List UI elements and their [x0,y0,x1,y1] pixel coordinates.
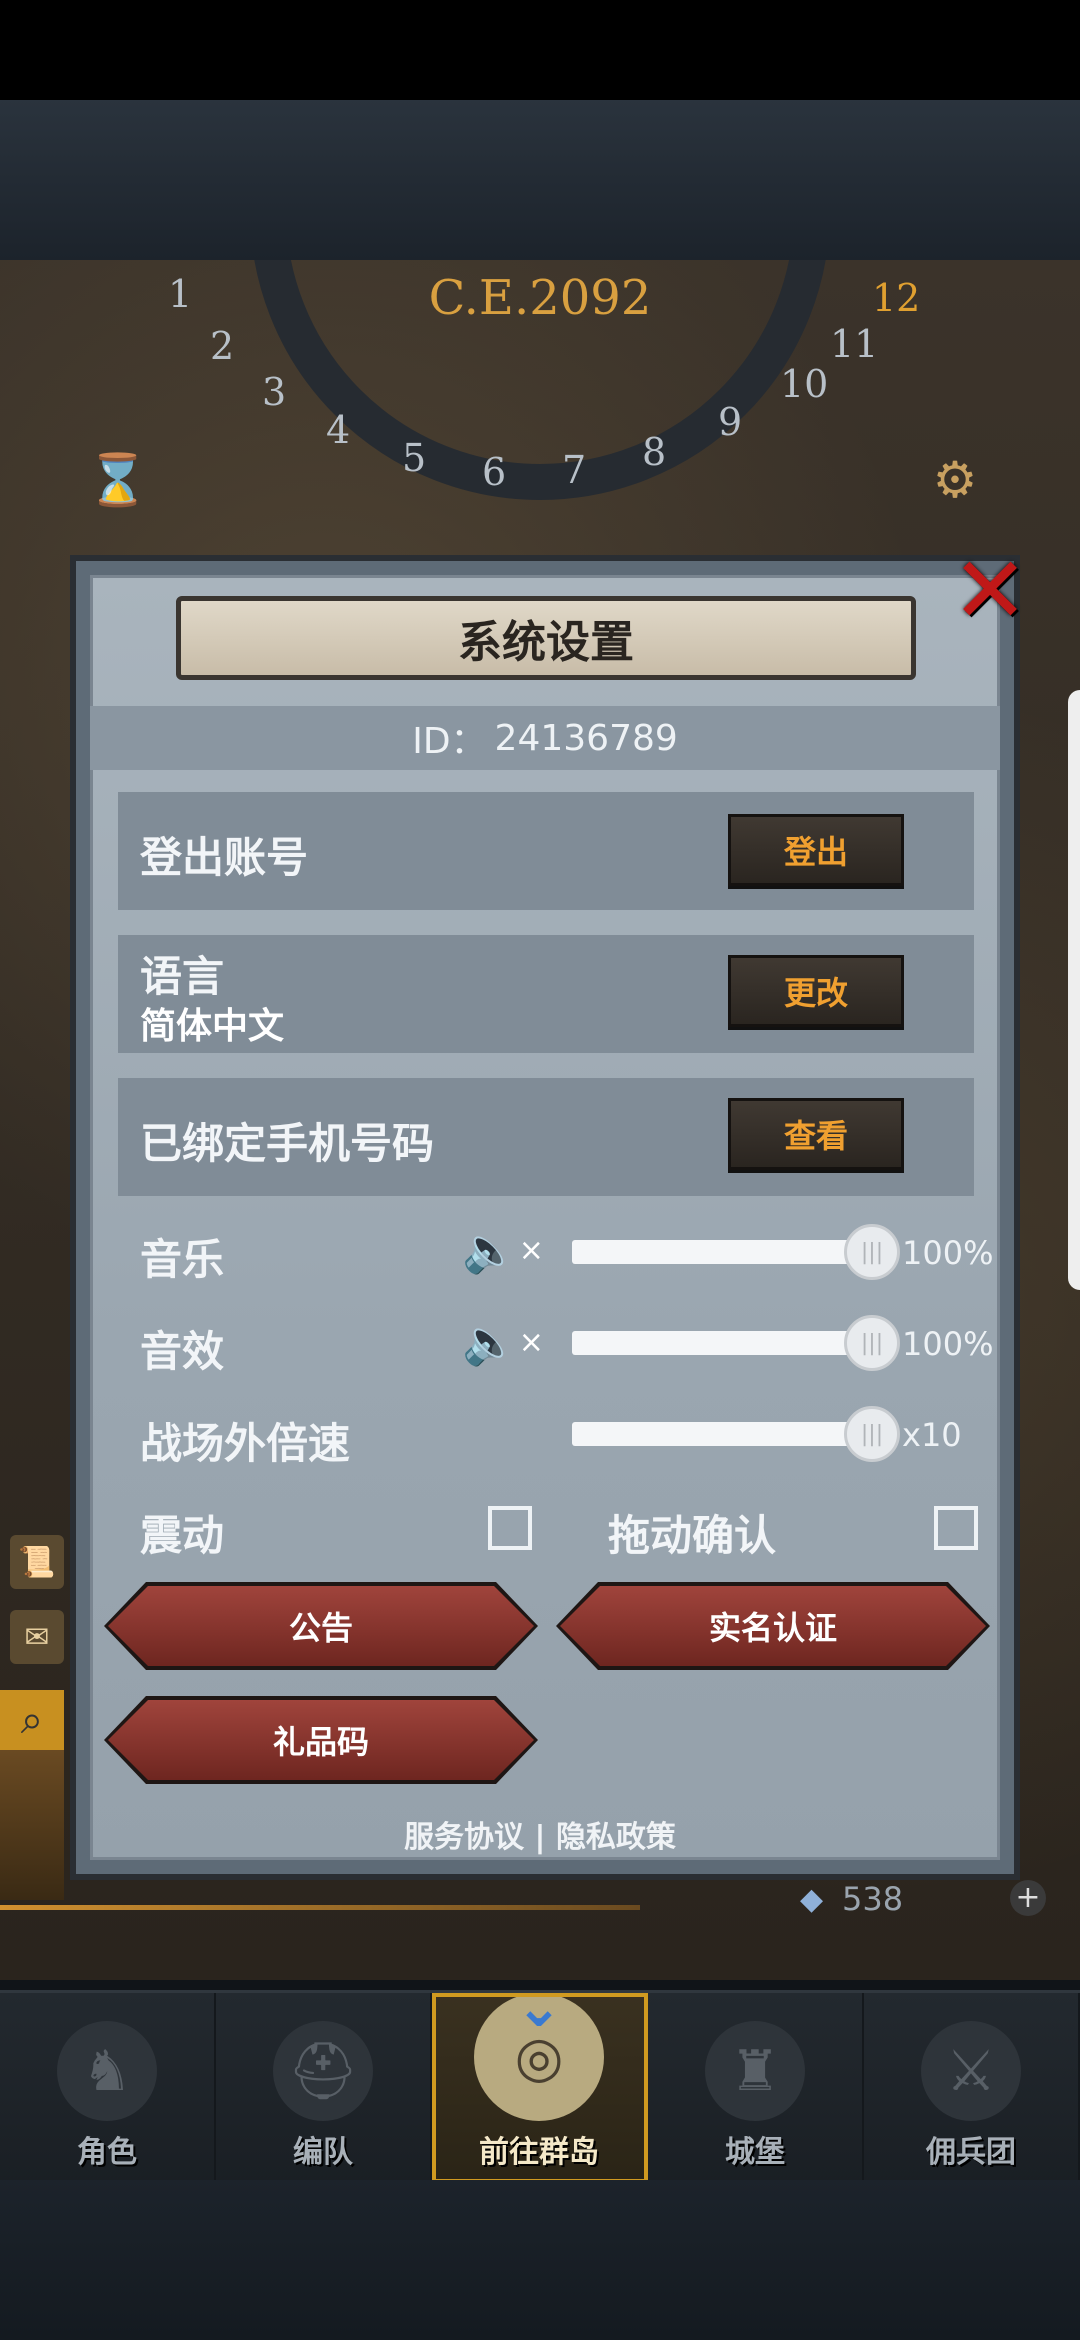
mercenary-icon: ⚔ [921,2021,1021,2121]
dial-number-current: 12 [872,276,921,320]
sfx-slider[interactable] [572,1331,872,1355]
nav-label: 角色 [77,2135,137,2170]
castle-icon: ♜ [705,2021,805,2121]
music-mute-icon[interactable]: 🔈 × [462,1222,544,1278]
bottom-nav: ♞ 角色 ⛑ 编队 ⌄ ◎ 前往群岛 ♜ 城堡 ⚔ 佣兵团 [0,1975,1080,2183]
year-label: C.E.2092 [428,270,652,326]
nav-label: 城堡 [725,2135,785,2170]
nav-item-castle[interactable]: ♜ 城堡 [648,1993,864,2183]
footer-links: 服务协议 | 隐私政策 [0,1812,1080,1856]
crystal-icon: ◆ [800,1882,824,1917]
logout-label: 登出账号 [140,833,309,882]
change-language-button[interactable]: 更改 [728,955,904,1027]
realname-button[interactable]: 实名认证 [560,1586,986,1666]
edge-panel-handle[interactable] [1068,690,1080,1290]
phone-label: 已绑定手机号码 [140,1119,435,1168]
dial-number: 3 [262,370,287,414]
speed-label: 战场外倍速 [140,1419,351,1468]
dial-number: 2 [210,324,235,368]
nav-item-character[interactable]: ♞ 角色 [0,1993,216,2183]
music-label: 音乐 [140,1235,225,1284]
dial-number: 1 [168,272,193,316]
vibration-checkbox[interactable] [488,1506,532,1550]
logout-button[interactable]: 登出 [728,814,904,886]
privacy-policy-link[interactable]: 隐私政策 [556,1820,676,1855]
hourglass-icon[interactable]: ⌛ [68,430,168,530]
nav-label: 编队 [293,2135,353,2170]
gift-code-button[interactable]: 礼品码 [108,1700,534,1780]
nav-label: 前往群岛 [479,2135,599,2170]
sfx-value: 100% [902,1325,994,1363]
bottom-band [0,2180,1080,2340]
crystal-count: 538 [842,1880,904,1918]
dial-number: 6 [482,450,507,494]
nav-item-mercenary[interactable]: ⚔ 佣兵团 [864,1993,1080,2183]
sfx-label: 音效 [140,1327,225,1376]
sfx-mute-icon[interactable]: 🔈 × [462,1314,544,1370]
drag-confirm-label: 拖动确认 [608,1511,777,1560]
phone-row: 已绑定手机号码 查看 [118,1078,974,1196]
knight-icon: ♞ [57,2021,157,2121]
sfx-slider-handle[interactable]: ||| [844,1315,900,1371]
footer-separator: | [534,1820,546,1855]
vibration-label: 震动 [140,1511,225,1560]
nav-item-islands[interactable]: ⌄ ◎ 前往群岛 [432,1975,648,2183]
dial-number: 4 [326,408,351,452]
drag-confirm-checkbox[interactable] [934,1506,978,1550]
chevron-down-icon: ⌄ [515,1975,563,2040]
view-phone-button[interactable]: 查看 [728,1098,904,1170]
announcement-button[interactable]: 公告 [108,1586,534,1666]
nav-label: 佣兵团 [926,2135,1016,2170]
top-header-band [0,100,1080,260]
speed-value: x10 [902,1416,962,1454]
dial-number: 11 [830,322,879,366]
user-id-band: ID： 24136789 [90,706,1000,770]
gear-icon[interactable]: ⚙ [905,430,1005,530]
id-label: ID： [412,721,487,762]
music-slider[interactable] [572,1240,872,1264]
dial-number: 10 [780,362,829,406]
speed-slider[interactable] [572,1422,872,1446]
progress-line [0,1905,640,1910]
dial-number: 8 [642,430,667,474]
music-slider-handle[interactable]: ||| [844,1224,900,1280]
status-bar [0,0,1080,100]
service-agreement-link[interactable]: 服务协议 [404,1820,524,1855]
dial-number: 9 [718,400,743,444]
helmet-icon: ⛑ [273,2021,373,2121]
dialog-title: 系统设置 [176,596,916,680]
close-icon[interactable]: ✕ [945,537,1035,644]
nav-item-formation[interactable]: ⛑ 编队 [216,1993,432,2183]
logout-row: 登出账号 登出 [118,792,974,910]
language-label: 语言 [140,952,225,1001]
scroll-icon[interactable]: 📜 [10,1535,64,1589]
speed-slider-handle[interactable]: ||| [844,1406,900,1462]
search-icon[interactable]: ⌕ [0,1690,64,1750]
quest-icon[interactable]: ✉ [10,1610,64,1664]
add-crystal-button[interactable]: + [1010,1880,1046,1916]
language-row: 语言 简体中文 更改 [118,935,974,1053]
music-value: 100% [902,1234,994,1272]
dial-number: 7 [562,448,587,492]
language-value: 简体中文 [140,1006,285,1047]
id-value: 24136789 [494,717,678,759]
dial-number: 5 [402,436,427,480]
